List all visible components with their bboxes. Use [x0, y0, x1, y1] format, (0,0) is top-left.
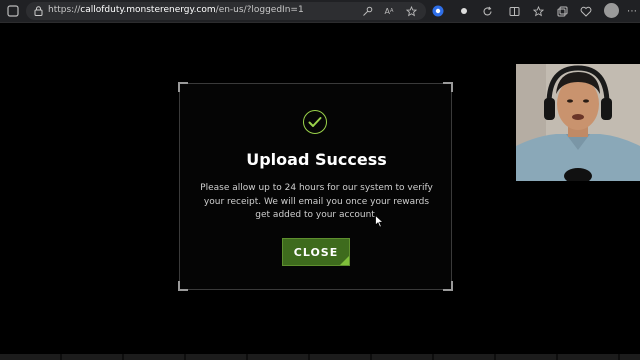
lock-icon[interactable] — [31, 4, 45, 18]
modal-message: Please allow up to 24 hours for our syst… — [200, 183, 433, 220]
page-bottom-strip — [0, 354, 640, 360]
address-bar[interactable]: https://callofduty.monsterenergy.com/en-… — [26, 2, 426, 20]
corner-bracket — [443, 82, 453, 92]
corner-bracket — [443, 281, 453, 291]
favorites-icon[interactable] — [531, 4, 545, 18]
close-button-label: CLOSE — [293, 245, 339, 259]
collections-icon[interactable] — [555, 4, 569, 18]
webcam-person-image — [516, 64, 640, 181]
browser-toolbar: https://callofduty.monsterenergy.com/en-… — [0, 0, 640, 23]
button-corner-notch — [340, 256, 349, 265]
apps-icon[interactable] — [6, 4, 20, 18]
more-menu-icon[interactable]: ⋯ — [625, 4, 639, 18]
profile-avatar[interactable] — [604, 3, 619, 18]
corner-bracket — [178, 82, 188, 92]
check-circle-icon — [303, 110, 327, 134]
read-aloud-icon[interactable]: AA — [382, 4, 396, 18]
mouse-cursor-icon — [375, 213, 385, 232]
favorite-star-icon[interactable] — [404, 4, 418, 18]
extension-dot-icon[interactable] — [457, 4, 471, 18]
corner-bracket — [178, 281, 188, 291]
heart-pulse-icon[interactable] — [579, 4, 593, 18]
close-button[interactable]: CLOSE — [282, 238, 350, 266]
modal-title: Upload Success — [246, 150, 387, 169]
webcam-overlay — [516, 64, 640, 181]
upload-success-modal: Upload Success Please allow up to 24 hou… — [178, 82, 453, 291]
extension-blue-icon[interactable] — [431, 4, 445, 18]
refresh-icon[interactable] — [480, 4, 494, 18]
key-icon[interactable] — [360, 4, 374, 18]
url-text: https://callofduty.monsterenergy.com/en-… — [48, 5, 304, 15]
split-screen-icon[interactable] — [507, 4, 521, 18]
